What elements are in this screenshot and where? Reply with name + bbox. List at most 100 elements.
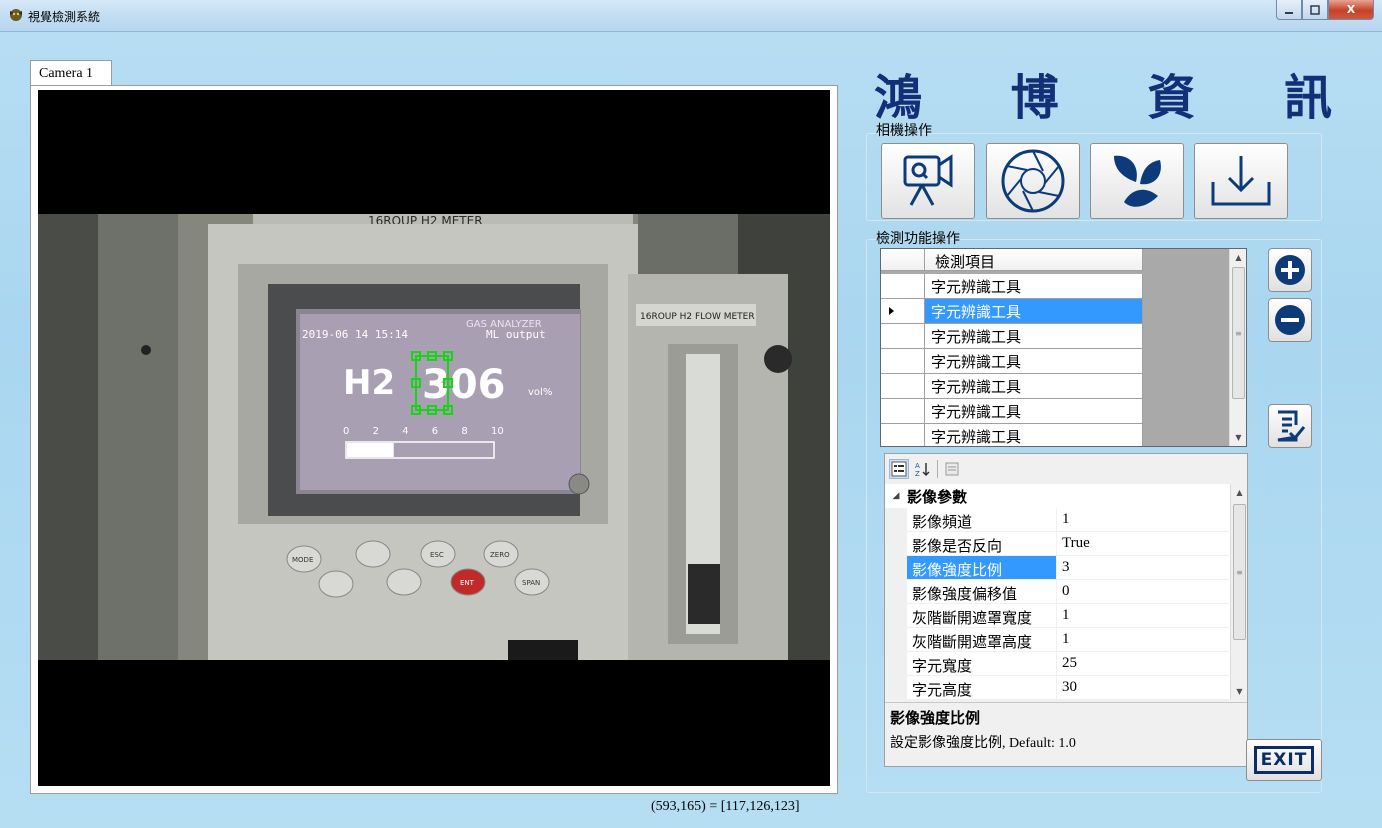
property-value[interactable]: 30 xyxy=(1057,676,1229,700)
table-cell[interactable]: 字元辨識工具 xyxy=(925,274,1143,299)
plus-circle-icon xyxy=(1275,255,1305,285)
scroll-down-icon[interactable]: ▼ xyxy=(1231,683,1247,700)
add-item-button[interactable] xyxy=(1268,248,1312,292)
property-value[interactable]: 0 xyxy=(1057,580,1229,604)
row-header[interactable] xyxy=(881,424,925,446)
maximize-icon xyxy=(1310,4,1320,15)
property-value[interactable]: 25 xyxy=(1057,652,1229,676)
table-row[interactable]: 字元辨識工具 xyxy=(881,374,1143,399)
column-header[interactable]: 檢測項目 xyxy=(925,249,1143,271)
row-header-selected-arrow[interactable] xyxy=(881,299,925,324)
table-cell[interactable]: 字元辨識工具 xyxy=(925,349,1143,374)
table-row[interactable]: 字元辨識工具 xyxy=(881,399,1143,424)
property-value[interactable]: True xyxy=(1057,532,1229,556)
aperture-icon xyxy=(1001,149,1065,213)
video-camera-icon xyxy=(903,154,953,206)
gas-analyzer-photo: 16ROUP H2 METER GAS ANALYZER 2019-06 14 … xyxy=(38,214,830,660)
scroll-up-icon[interactable]: ▲ xyxy=(1230,249,1246,266)
span-button-label: SPAN xyxy=(522,579,540,587)
property-name: 字元寬度 xyxy=(907,652,1057,676)
alphabetical-sort-icon[interactable]: AZ xyxy=(913,459,933,479)
row-header[interactable] xyxy=(881,274,925,299)
window-title: 視覺檢測系統 xyxy=(28,10,101,24)
property-row[interactable]: 字元高度 30 xyxy=(885,676,1247,700)
row-header[interactable] xyxy=(881,399,925,424)
row-header-corner xyxy=(881,249,925,271)
row-header[interactable] xyxy=(881,324,925,349)
table-cell[interactable]: 字元辨識工具 xyxy=(925,399,1143,424)
table-row[interactable]: 字元辨識工具 xyxy=(881,324,1143,349)
scale-tick-label: 6 xyxy=(432,426,438,437)
remove-item-button[interactable] xyxy=(1268,298,1312,342)
property-row[interactable]: 影像頻道 1 xyxy=(885,508,1247,532)
property-category[interactable]: ◢ 影像參數 xyxy=(885,484,1247,508)
property-grid[interactable]: AZ ◢ 影像參數 影像頻道 1 影像是否反向 True 影像強度比例 3 影像強度偏… xyxy=(884,453,1248,767)
brand-char: 資 xyxy=(1147,70,1198,126)
property-row[interactable]: 字元寬度 25 xyxy=(885,652,1247,676)
exit-button[interactable]: EXIT xyxy=(1246,739,1322,781)
scroll-thumb[interactable]: ≡ xyxy=(1233,504,1246,640)
detect-ops-label: 檢測功能操作 xyxy=(876,231,960,247)
property-row-selected[interactable]: 影像強度比例 3 xyxy=(885,556,1247,580)
svg-text:Z: Z xyxy=(915,470,920,477)
property-value[interactable]: 1 xyxy=(1057,628,1229,652)
table-cell[interactable]: 字元辨識工具 xyxy=(925,424,1143,446)
table-row[interactable]: 字元辨識工具 xyxy=(881,274,1143,299)
camera-view[interactable]: 16ROUP H2 METER GAS ANALYZER 2019-06 14 … xyxy=(38,90,830,786)
property-row[interactable]: 灰階斷開遮罩高度 1 xyxy=(885,628,1247,652)
datetime-label: 2019-06 14 15:14 xyxy=(302,328,408,341)
property-name: 影像是否反向 xyxy=(907,532,1057,556)
table-cell[interactable]: 字元辨識工具 xyxy=(925,299,1143,324)
tab-camera-1[interactable]: Camera 1 xyxy=(30,60,112,86)
categorized-view-icon[interactable] xyxy=(889,459,909,479)
maximize-button[interactable] xyxy=(1302,0,1328,20)
property-grid-toolbar: AZ xyxy=(885,454,1247,484)
brand-char: 博 xyxy=(1010,70,1061,126)
esc-button-label: ESC xyxy=(430,551,444,559)
property-row[interactable]: 灰階斷開遮罩寬度 1 xyxy=(885,604,1247,628)
svg-text:A: A xyxy=(915,462,920,470)
minimize-button[interactable] xyxy=(1276,0,1302,20)
property-row[interactable]: 影像強度偏移值 0 xyxy=(885,580,1247,604)
brand-char: 鴻 xyxy=(874,70,925,126)
detection-grid[interactable]: 檢測項目 字元辨識工具 字元辨識工具 字元辨識工具 字元辨識工具 字元辨識工具 … xyxy=(880,248,1247,447)
table-row[interactable]: 字元辨識工具 xyxy=(881,349,1143,374)
grid-scrollbar[interactable]: ▲ ≡ ▼ xyxy=(1229,249,1246,446)
live-camera-button[interactable] xyxy=(881,143,975,219)
download-button[interactable] xyxy=(1194,143,1288,219)
property-row[interactable]: 影像是否反向 True xyxy=(885,532,1247,556)
checklist-icon xyxy=(1277,410,1306,442)
camera-image: 16ROUP H2 METER GAS ANALYZER 2019-06 14 … xyxy=(38,214,830,660)
table-row[interactable]: 字元辨識工具 xyxy=(881,424,1143,446)
app-icon xyxy=(10,9,22,21)
row-header[interactable] xyxy=(881,349,925,374)
title-bar: 視覺檢測系統 X xyxy=(0,0,1382,32)
property-value[interactable]: 1 xyxy=(1057,604,1229,628)
capture-button[interactable] xyxy=(1090,143,1184,219)
table-row[interactable]: 字元辨識工具 xyxy=(881,299,1143,324)
property-scrollbar[interactable]: ▲ ≡ ▼ xyxy=(1230,484,1247,700)
scroll-down-icon[interactable]: ▼ xyxy=(1230,429,1246,446)
table-cell[interactable]: 字元辨識工具 xyxy=(925,324,1143,349)
zero-button-label: ZERO xyxy=(490,551,510,559)
close-button[interactable]: X xyxy=(1328,0,1374,20)
property-name: 影像強度比例 xyxy=(907,556,1057,580)
row-header[interactable] xyxy=(881,374,925,399)
pixel-readout: (593,165) = [117,126,123] xyxy=(651,799,800,814)
scale-tick-label: 10 xyxy=(491,426,504,437)
output-label: ML output xyxy=(486,328,546,341)
property-value[interactable]: 1 xyxy=(1057,508,1229,532)
scroll-thumb[interactable]: ≡ xyxy=(1232,267,1245,399)
table-cell[interactable]: 字元辨識工具 xyxy=(925,374,1143,399)
property-name: 影像強度偏移值 xyxy=(907,580,1057,604)
property-value[interactable]: 3 xyxy=(1057,556,1229,580)
aperture-button[interactable] xyxy=(986,143,1080,219)
ent-button-label: ENT xyxy=(460,579,475,587)
scroll-up-icon[interactable]: ▲ xyxy=(1231,484,1247,501)
flow-meter-label: 16ROUP H2 FLOW METER xyxy=(640,312,755,322)
window-controls: X xyxy=(1276,0,1374,20)
property-pages-icon[interactable] xyxy=(942,459,962,479)
collapse-triangle-icon[interactable]: ◢ xyxy=(885,491,907,501)
scale-tick-label: 8 xyxy=(461,426,467,437)
checklist-button[interactable] xyxy=(1268,404,1312,448)
